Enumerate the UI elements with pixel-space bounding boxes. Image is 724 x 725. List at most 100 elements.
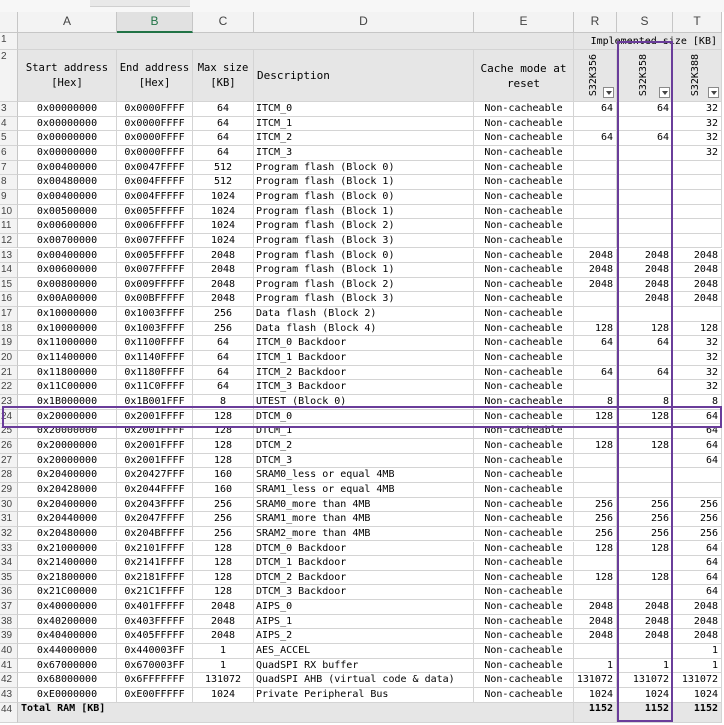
- cell-desc[interactable]: SRAM2_more than 4MB: [254, 526, 474, 542]
- cell-r[interactable]: [574, 556, 617, 571]
- row-header[interactable]: 25: [0, 424, 18, 439]
- cell-r[interactable]: 64: [574, 102, 617, 117]
- row-header[interactable]: 27: [0, 453, 18, 469]
- cell-start[interactable]: 0x00600000: [18, 263, 117, 278]
- row-header[interactable]: 13: [0, 248, 18, 264]
- cell-desc[interactable]: AIPS_2: [254, 629, 474, 645]
- cell-t[interactable]: 2048: [673, 614, 722, 630]
- cell-desc[interactable]: Program flash (Block 2): [254, 219, 474, 234]
- cell-r[interactable]: [574, 585, 617, 601]
- cell-max[interactable]: 1024: [193, 219, 254, 234]
- cell-max[interactable]: 1024: [193, 204, 254, 220]
- cell-max[interactable]: 64: [193, 102, 254, 117]
- column-header-e[interactable]: E: [474, 12, 574, 33]
- cell-s[interactable]: 131072: [617, 673, 673, 688]
- cell-t[interactable]: 64: [673, 556, 722, 571]
- row-header[interactable]: 12: [0, 233, 18, 249]
- cell-end[interactable]: 0x440003FF: [117, 644, 193, 659]
- cell-max[interactable]: 128: [193, 424, 254, 439]
- cell-s[interactable]: 256: [617, 497, 673, 513]
- cell-max[interactable]: 64: [193, 145, 254, 161]
- cell-desc[interactable]: DTCM_2: [254, 438, 474, 454]
- cell-max[interactable]: 256: [193, 512, 254, 527]
- cell-t[interactable]: 64: [673, 541, 722, 557]
- cell-cache[interactable]: Non-cacheable: [474, 380, 574, 395]
- cell-desc[interactable]: Program flash (Block 3): [254, 233, 474, 249]
- row-header[interactable]: 23: [0, 395, 18, 410]
- cell-max[interactable]: 1024: [193, 233, 254, 249]
- cell-t[interactable]: 64: [673, 424, 722, 439]
- cell-max[interactable]: 1024: [193, 189, 254, 205]
- cell-start[interactable]: 0x21C00000: [18, 585, 117, 601]
- cell-cache[interactable]: Non-cacheable: [474, 248, 574, 264]
- cell-r[interactable]: [574, 204, 617, 220]
- cell-t[interactable]: 8: [673, 395, 722, 410]
- cell-desc[interactable]: Program flash (Block 0): [254, 248, 474, 264]
- row-header[interactable]: 35: [0, 570, 18, 586]
- column-header-t[interactable]: T: [673, 12, 722, 33]
- cell-cache[interactable]: Non-cacheable: [474, 482, 574, 498]
- cell-s[interactable]: 2048: [617, 277, 673, 293]
- cell-end[interactable]: 0x11C0FFFF: [117, 380, 193, 395]
- cell-desc[interactable]: DTCM_3 Backdoor: [254, 585, 474, 601]
- cell-desc[interactable]: DTCM_3: [254, 453, 474, 469]
- cell-max[interactable]: 256: [193, 321, 254, 337]
- cell-s[interactable]: [617, 175, 673, 190]
- cell-cache[interactable]: Non-cacheable: [474, 658, 574, 674]
- cell-end[interactable]: 0xE00FFFFF: [117, 688, 193, 703]
- cell-t[interactable]: 32: [673, 102, 722, 117]
- cell-r[interactable]: 1024: [574, 688, 617, 703]
- cell-r[interactable]: [574, 233, 617, 249]
- cell-end[interactable]: 0x007FFFFF: [117, 233, 193, 249]
- cell-end[interactable]: 0x1180FFFF: [117, 365, 193, 381]
- cell-cache[interactable]: Non-cacheable: [474, 175, 574, 190]
- cell-r[interactable]: 2048: [574, 629, 617, 645]
- cell-s[interactable]: 128: [617, 570, 673, 586]
- cell-max[interactable]: 2048: [193, 292, 254, 308]
- cell-t[interactable]: [673, 307, 722, 322]
- cell-cache[interactable]: Non-cacheable: [474, 145, 574, 161]
- cell-r[interactable]: 8: [574, 395, 617, 410]
- row-header[interactable]: 41: [0, 658, 18, 674]
- row-header[interactable]: 34: [0, 556, 18, 571]
- cell-end[interactable]: 0x2001FFFF: [117, 424, 193, 439]
- cell-r[interactable]: 2048: [574, 600, 617, 615]
- cell-max[interactable]: 64: [193, 351, 254, 366]
- cell-start[interactable]: 0x21400000: [18, 556, 117, 571]
- row-header[interactable]: 8: [0, 175, 18, 190]
- cell-max[interactable]: 128: [193, 409, 254, 425]
- column-header-d[interactable]: D: [254, 12, 474, 33]
- cell-start[interactable]: 0x20480000: [18, 526, 117, 542]
- cell-start[interactable]: 0x20428000: [18, 482, 117, 498]
- cell-r[interactable]: 2048: [574, 614, 617, 630]
- cell-desc[interactable]: SRAM1_more than 4MB: [254, 512, 474, 527]
- cell-start[interactable]: 0x11000000: [18, 336, 117, 352]
- cell-start[interactable]: 0x00500000: [18, 204, 117, 220]
- cell-end[interactable]: 0x006FFFFF: [117, 219, 193, 234]
- cell-end[interactable]: 0x0000FFFF: [117, 131, 193, 146]
- filter-dropdown-icon[interactable]: [659, 87, 670, 98]
- cell-r[interactable]: [574, 292, 617, 308]
- cell-s[interactable]: [617, 219, 673, 234]
- cell-cache[interactable]: Non-cacheable: [474, 277, 574, 293]
- cell-r[interactable]: 2048: [574, 277, 617, 293]
- cell-start[interactable]: 0x00480000: [18, 175, 117, 190]
- cell-s[interactable]: [617, 204, 673, 220]
- cell-start[interactable]: 0x20000000: [18, 424, 117, 439]
- cell-r[interactable]: 128: [574, 409, 617, 425]
- cell-end[interactable]: 0x0047FFFF: [117, 160, 193, 176]
- cell-end[interactable]: 0x2101FFFF: [117, 541, 193, 557]
- column-header-a[interactable]: A: [18, 12, 117, 33]
- cell-t[interactable]: 2048: [673, 292, 722, 308]
- cell-max[interactable]: 2048: [193, 248, 254, 264]
- cell-end[interactable]: 0x004FFFFF: [117, 175, 193, 190]
- cell-cache[interactable]: Non-cacheable: [474, 395, 574, 410]
- cell-start[interactable]: 0x00400000: [18, 189, 117, 205]
- row-header[interactable]: 26: [0, 438, 18, 454]
- cell-t[interactable]: 32: [673, 380, 722, 395]
- cell-cache[interactable]: Non-cacheable: [474, 189, 574, 205]
- cell-t[interactable]: 64: [673, 570, 722, 586]
- cell-end[interactable]: 0x2001FFFF: [117, 438, 193, 454]
- row-header[interactable]: 6: [0, 145, 18, 161]
- row-header[interactable]: 33: [0, 541, 18, 557]
